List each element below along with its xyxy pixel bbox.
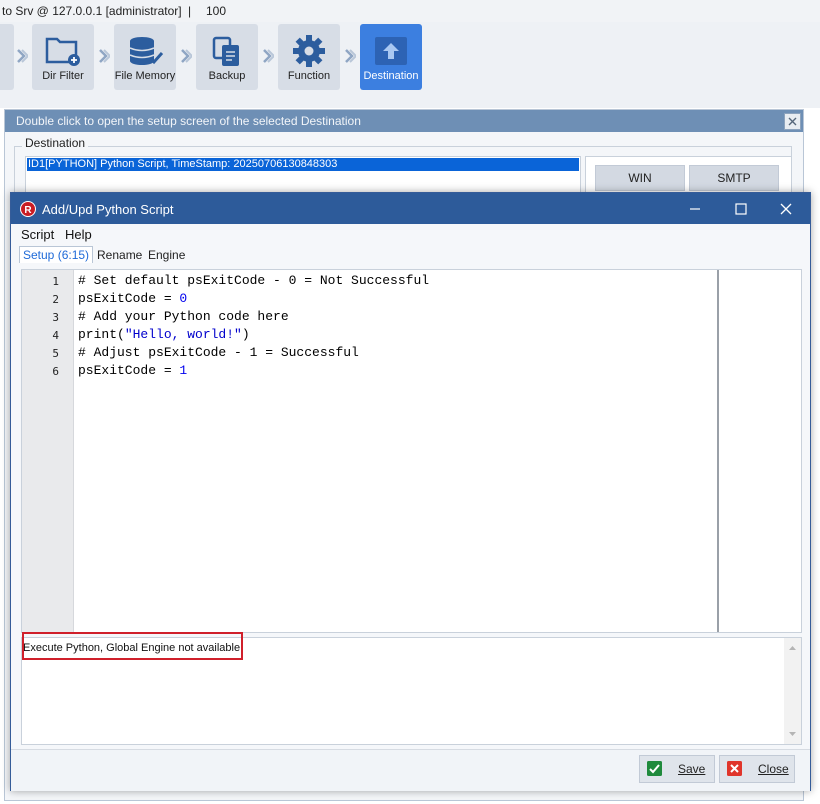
close-label: Close — [758, 762, 789, 776]
save-button[interactable]: Save — [639, 755, 715, 783]
check-icon — [647, 761, 662, 776]
line-number: 5 — [52, 347, 59, 360]
line-number: 3 — [52, 311, 59, 324]
dialog-footer: Save Close — [11, 749, 810, 791]
tab-bar: Setup (6:15) Rename Engine — [11, 245, 810, 267]
destination-list-item[interactable]: ID1[PYTHON] Python Script, TimeStamp: 20… — [27, 158, 579, 171]
line-number: 6 — [52, 365, 59, 378]
save-label: Save — [678, 762, 706, 776]
close-icon — [788, 117, 797, 126]
close-icon — [727, 761, 742, 776]
line-number-gutter: 1 2 3 4 5 6 — [22, 270, 74, 632]
code-editor[interactable]: 1 2 3 4 5 6 # Set default psExitCode - 0… — [21, 269, 802, 633]
connection-label: to Srv @ 127.0.0.1 [administrator] — [2, 4, 182, 18]
highlight-box — [22, 632, 243, 660]
close-button[interactable]: Close — [719, 755, 795, 783]
output-scrollbar[interactable] — [784, 638, 801, 744]
dialog-titlebar: R Add/Upd Python Script — [11, 193, 810, 224]
svg-text:R: R — [24, 205, 32, 216]
main-window-titlebar: to Srv @ 127.0.0.1 [administrator] | 100 — [0, 0, 820, 23]
step-file-memory[interactable]: File Memory — [114, 24, 176, 90]
step-destination[interactable]: Destination — [360, 24, 422, 90]
line-number: 4 — [52, 329, 59, 342]
code-line: # Add your Python code here — [78, 309, 289, 324]
minimize-button[interactable] — [685, 199, 705, 219]
menu-script[interactable]: Script — [21, 227, 54, 242]
database-check-icon — [129, 37, 164, 65]
folder-plus-icon — [45, 37, 80, 66]
chevron-right-icon — [345, 49, 356, 63]
step-label: File Memory — [114, 70, 176, 82]
chevron-right-icon — [17, 49, 28, 63]
step-backup[interactable]: Backup — [196, 24, 258, 90]
title-separator: | — [188, 4, 192, 18]
destination-group-label: Destination — [22, 136, 89, 150]
line-number: 2 — [52, 293, 59, 306]
step-label: Dir Filter — [42, 70, 84, 82]
tab-rename[interactable]: Rename — [97, 248, 142, 262]
title-count: 100 — [206, 4, 227, 18]
maximize-button[interactable] — [731, 199, 751, 219]
win-button[interactable]: WIN — [595, 165, 685, 191]
scroll-arrows-icon — [789, 646, 796, 736]
code-line: # Adjust psExitCode - 1 = Successful — [78, 345, 359, 360]
step-dir-filter[interactable]: Dir Filter — [32, 24, 94, 90]
step-label: Destination — [363, 70, 419, 82]
chevron-right-icon — [99, 49, 110, 63]
python-script-dialog: R Add/Upd Python Script Script Help Setu… — [10, 192, 811, 791]
step-function[interactable]: Function — [278, 24, 340, 90]
tab-setup[interactable]: Setup (6:15) — [19, 246, 94, 263]
menu-bar: Script Help — [11, 224, 810, 244]
chevron-right-icon — [181, 49, 192, 63]
smtp-button[interactable]: SMTP — [689, 165, 779, 191]
code-line: # Set default psExitCode - 0 = Not Succe… — [78, 273, 430, 288]
previous-step-button[interactable] — [0, 24, 14, 90]
destination-window-title: Double click to open the setup screen of… — [16, 114, 361, 128]
destination-window-titlebar: Double click to open the setup screen of… — [5, 110, 803, 132]
destination-close-button[interactable] — [784, 113, 801, 130]
chevron-right-icon — [263, 49, 274, 63]
close-window-button[interactable] — [776, 199, 796, 219]
wizard-toolbar: Dir Filter File Memory Backup Function D… — [0, 22, 820, 108]
line-number: 1 — [52, 275, 59, 288]
tab-engine[interactable]: Engine — [148, 248, 185, 262]
code-line: psExitCode = 0 — [78, 291, 188, 306]
step-label: Function — [287, 70, 331, 82]
step-label: Backup — [208, 70, 246, 82]
documents-icon — [212, 36, 239, 66]
code-line: psExitCode = 1 — [78, 363, 188, 378]
gear-icon — [293, 35, 325, 67]
menu-help[interactable]: Help — [65, 227, 92, 242]
output-panel: Execute Python, Global Engine not availa… — [21, 632, 802, 745]
app-logo-icon: R — [20, 201, 36, 217]
dialog-title: Add/Upd Python Script — [42, 202, 174, 217]
edge-marker-line — [717, 270, 719, 632]
upload-icon — [375, 37, 407, 65]
code-line: print("Hello, world!") — [78, 327, 250, 342]
